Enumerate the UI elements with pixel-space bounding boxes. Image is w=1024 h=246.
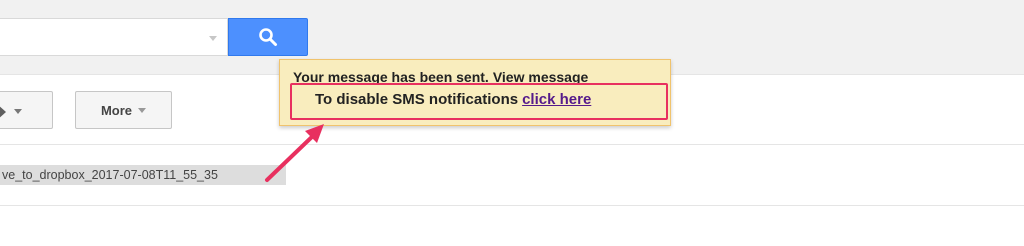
annotation-arrow-icon — [265, 124, 324, 182]
